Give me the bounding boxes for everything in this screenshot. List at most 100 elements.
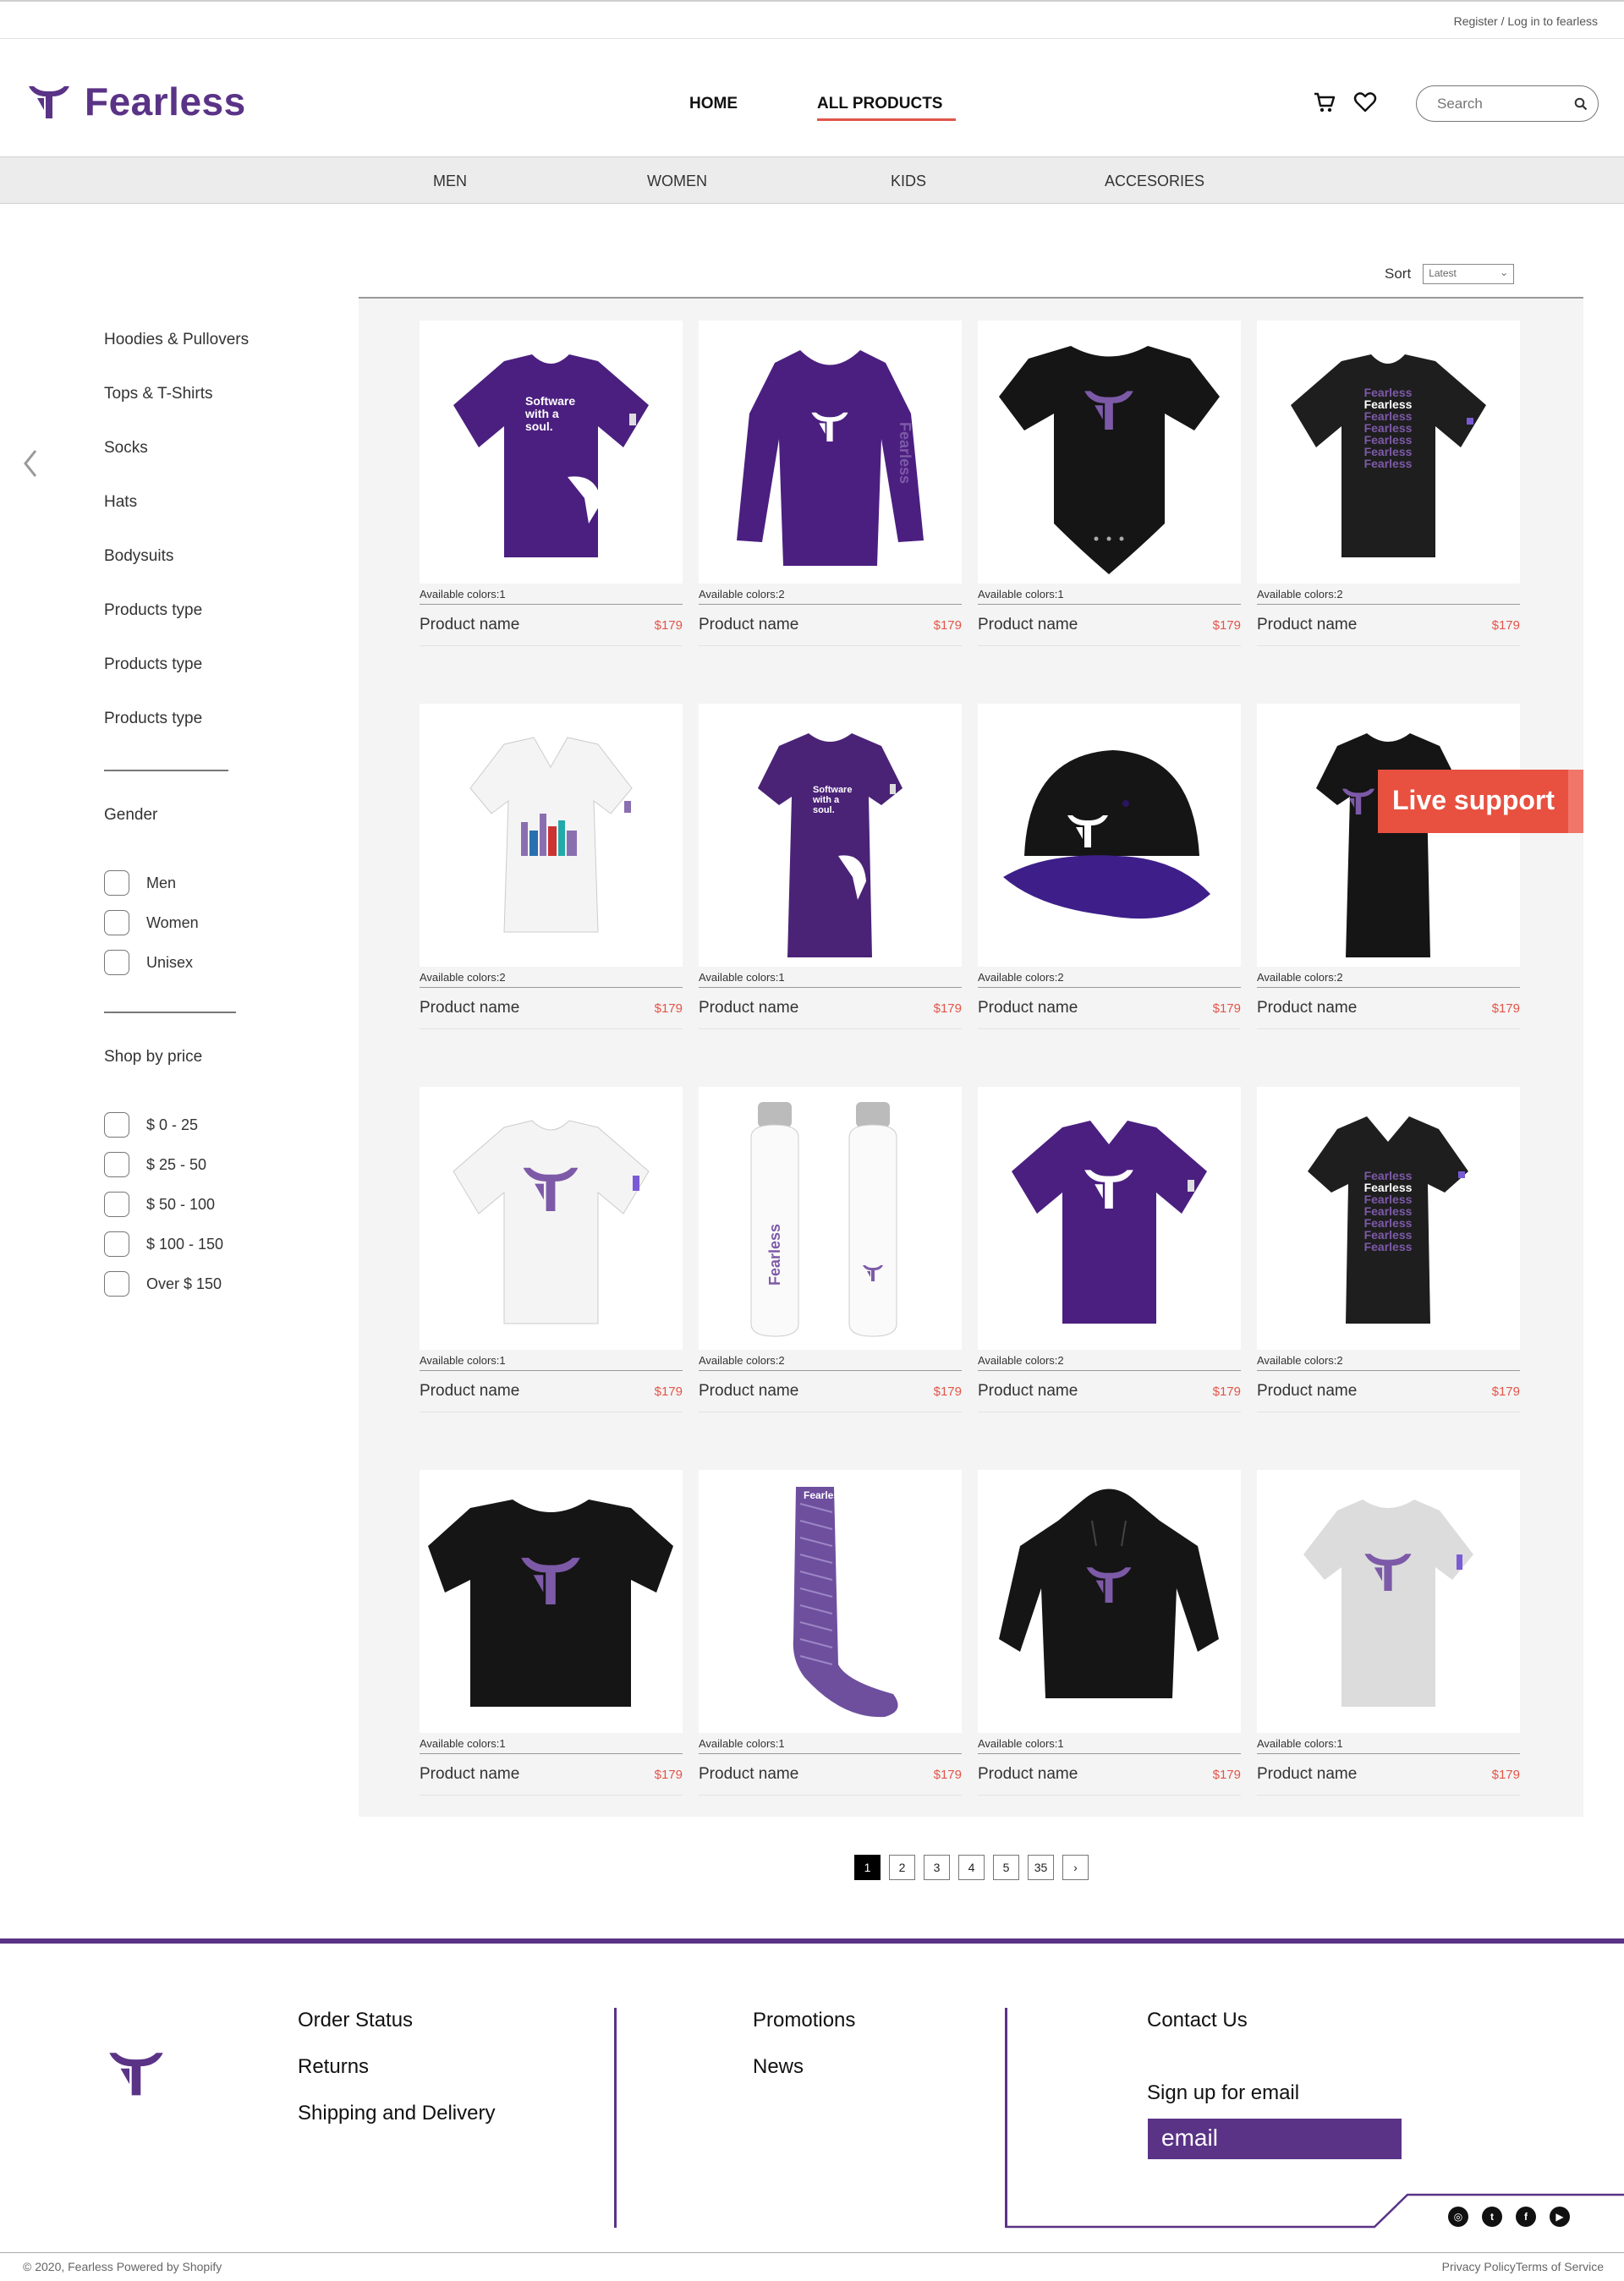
live-support-button[interactable]: Live support	[1378, 770, 1583, 833]
product-name[interactable]: Product name	[420, 616, 519, 634]
price-option-over-150[interactable]: Over $ 150	[104, 1271, 222, 1297]
cart-icon[interactable]	[1313, 91, 1336, 113]
product-name[interactable]: Product name	[1257, 999, 1357, 1017]
product-card[interactable]: Software with a soul. Available colors:1 P…	[420, 321, 683, 646]
product-name[interactable]: Product name	[978, 999, 1078, 1017]
gender-option-unisex[interactable]: Unisex	[104, 950, 193, 975]
product-image[interactable]	[978, 704, 1241, 967]
register-login-link[interactable]: Register / Log in to fearless	[1454, 14, 1598, 28]
fearless-logo-icon[interactable]	[105, 2048, 167, 2098]
product-card[interactable]: Available colors:1 Product name $179	[420, 1470, 683, 1796]
filter-type-hats[interactable]: Hats	[104, 493, 137, 512]
chevron-left-icon[interactable]	[22, 448, 39, 479]
product-image[interactable]: Software with a soul.	[699, 704, 962, 967]
product-card[interactable]: Fearless Fearless Fearless Fearless Fearless…	[1257, 321, 1520, 646]
filter-type-socks[interactable]: Socks	[104, 439, 148, 458]
product-card[interactable]: Available colors:1 Product name $179	[978, 1470, 1241, 1796]
checkbox[interactable]	[104, 950, 129, 975]
footer-link-news[interactable]: News	[753, 2055, 804, 2079]
product-image[interactable]	[978, 1087, 1241, 1350]
legal-links[interactable]: Privacy PolicyTerms of Service	[1442, 2260, 1604, 2273]
product-image[interactable]	[1257, 1470, 1520, 1733]
page-5[interactable]: 5	[993, 1855, 1019, 1880]
page-2[interactable]: 2	[889, 1855, 915, 1880]
product-name[interactable]: Product name	[978, 1382, 1078, 1401]
sort-select[interactable]: Latest ⌄	[1423, 264, 1515, 284]
brand-logo[interactable]: Fearless	[25, 79, 246, 124]
next-page-button[interactable]: ›	[1062, 1855, 1089, 1880]
filter-type-products[interactable]: Products type	[104, 710, 202, 728]
gender-option-women[interactable]: Women	[104, 910, 199, 935]
nav-home[interactable]: HOME	[689, 95, 738, 113]
product-image[interactable]: Fearless	[699, 1470, 962, 1733]
youtube-icon[interactable]: ▶	[1550, 2207, 1570, 2227]
product-image[interactable]	[978, 321, 1241, 584]
product-card[interactable]: Available colors:1 Product name $179	[1257, 1470, 1520, 1796]
product-name[interactable]: Product name	[1257, 1382, 1357, 1401]
product-name[interactable]: Product name	[420, 1382, 519, 1401]
product-card[interactable]: Available colors:1 Product name $179	[978, 321, 1241, 646]
email-input[interactable]: email	[1148, 2119, 1402, 2159]
page-35[interactable]: 35	[1028, 1855, 1054, 1880]
checkbox[interactable]	[104, 1231, 129, 1257]
page-1[interactable]: 1	[854, 1855, 881, 1880]
product-image[interactable]	[978, 1470, 1241, 1733]
product-card[interactable]: Available colors:1 Product name $179	[420, 1087, 683, 1412]
product-card[interactable]: Fearless Available colors:1 Product name…	[699, 1470, 962, 1796]
product-name[interactable]: Product name	[1257, 1765, 1357, 1784]
category-women[interactable]: WOMEN	[647, 173, 707, 190]
product-card[interactable]: Fearless Available colors:2 Product name…	[699, 1087, 962, 1412]
footer-link-promotions[interactable]: Promotions	[753, 2009, 855, 2032]
search-input[interactable]	[1437, 95, 1564, 112]
product-card[interactable]: Available colors:2 Product name $179	[978, 704, 1241, 1029]
twitter-icon[interactable]: t	[1482, 2207, 1502, 2227]
heart-icon[interactable]	[1353, 91, 1377, 113]
checkbox[interactable]	[104, 1192, 129, 1217]
product-name[interactable]: Product name	[699, 999, 798, 1017]
category-kids[interactable]: KIDS	[891, 173, 926, 190]
checkbox[interactable]	[104, 870, 129, 896]
product-card[interactable]: Available colors:2 Product name $179	[420, 704, 683, 1029]
product-image[interactable]	[1257, 704, 1520, 967]
product-name[interactable]: Product name	[699, 616, 798, 634]
price-option-0-25[interactable]: $ 0 - 25	[104, 1112, 198, 1138]
price-option-50-100[interactable]: $ 50 - 100	[104, 1192, 215, 1217]
product-card[interactable]: Available colors:2 Product name $179	[1257, 704, 1520, 1029]
product-image[interactable]: Software with a soul.	[420, 321, 683, 584]
product-image[interactable]: Fearless Fearless Fearless Fearless Fearless…	[1257, 321, 1520, 584]
filter-type-bodysuits[interactable]: Bodysuits	[104, 547, 173, 566]
product-card[interactable]: Fearless Fearless Fearless Fearless Fearless…	[1257, 1087, 1520, 1412]
page-4[interactable]: 4	[958, 1855, 985, 1880]
checkbox[interactable]	[104, 910, 129, 935]
price-option-25-50[interactable]: $ 25 - 50	[104, 1152, 206, 1177]
footer-link-order-status[interactable]: Order Status	[298, 2009, 413, 2032]
product-card[interactable]: Available colors:2 Product name $179	[978, 1087, 1241, 1412]
product-card[interactable]: Fearless Available colors:2 Product name…	[699, 321, 962, 646]
product-image[interactable]: Fearless	[699, 321, 962, 584]
instagram-icon[interactable]: ◎	[1448, 2207, 1468, 2227]
product-name[interactable]: Product name	[1257, 616, 1357, 634]
search-icon[interactable]	[1574, 97, 1588, 111]
checkbox[interactable]	[104, 1112, 129, 1138]
category-men[interactable]: MEN	[433, 173, 467, 190]
product-name[interactable]: Product name	[978, 1765, 1078, 1784]
nav-all-products[interactable]: ALL PRODUCTS	[817, 95, 942, 113]
category-accessories[interactable]: ACCESORIES	[1105, 173, 1204, 190]
gender-option-men[interactable]: Men	[104, 870, 176, 896]
product-name[interactable]: Product name	[978, 616, 1078, 634]
product-name[interactable]: Product name	[699, 1382, 798, 1401]
filter-type-products[interactable]: Products type	[104, 601, 202, 620]
page-3[interactable]: 3	[924, 1855, 950, 1880]
product-name[interactable]: Product name	[420, 1765, 519, 1784]
product-name[interactable]: Product name	[420, 999, 519, 1017]
filter-type-products[interactable]: Products type	[104, 655, 202, 674]
product-image[interactable]	[420, 1470, 683, 1733]
product-card[interactable]: Software with a soul. Available colors:1 P…	[699, 704, 962, 1029]
filter-type-hoodies[interactable]: Hoodies & Pullovers	[104, 331, 249, 349]
product-image[interactable]	[420, 1087, 683, 1350]
footer-link-returns[interactable]: Returns	[298, 2055, 369, 2079]
checkbox[interactable]	[104, 1271, 129, 1297]
checkbox[interactable]	[104, 1152, 129, 1177]
product-image[interactable]	[420, 704, 683, 967]
product-image[interactable]: Fearless	[699, 1087, 962, 1350]
